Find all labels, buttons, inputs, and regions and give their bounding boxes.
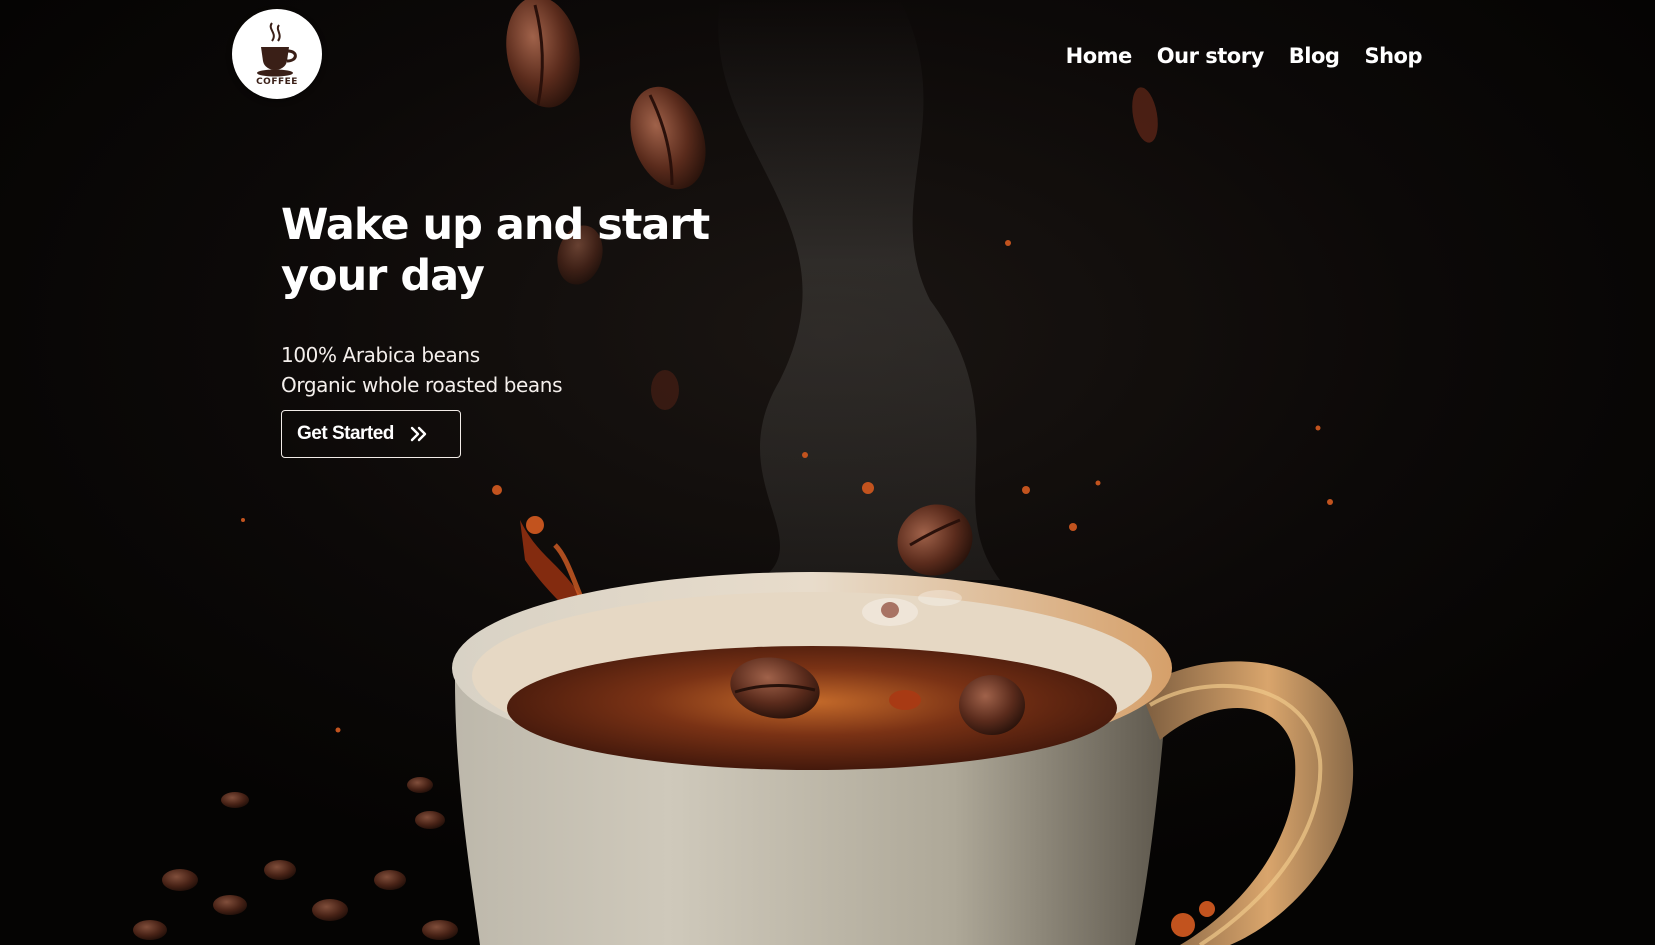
brand-name: COFFEE [256, 77, 298, 87]
get-started-label: Get Started [297, 423, 394, 444]
nav-item-shop[interactable]: Shop [1364, 44, 1422, 68]
nav-item-home[interactable]: Home [1066, 44, 1133, 68]
hero-section: COFFEE Home Our story Blog Shop Wake up … [0, 0, 1655, 945]
hero-headline: Wake up and start your day [281, 200, 710, 301]
nav-item-blog[interactable]: Blog [1289, 44, 1340, 68]
feature-organic: Organic whole roasted beans [281, 373, 563, 397]
coffee-cup-icon [257, 22, 297, 77]
get-started-button[interactable]: Get Started [281, 410, 461, 458]
brand-logo[interactable]: COFFEE [232, 9, 322, 99]
hero-features: 100% Arabica beans Organic whole roasted… [281, 340, 562, 400]
nav-item-our-story[interactable]: Our story [1157, 44, 1264, 68]
double-chevron-right-icon [410, 426, 427, 442]
hero-background-image [0, 0, 1655, 945]
main-nav: Home Our story Blog Shop [1066, 44, 1423, 68]
feature-arabica: 100% Arabica beans [281, 343, 480, 367]
